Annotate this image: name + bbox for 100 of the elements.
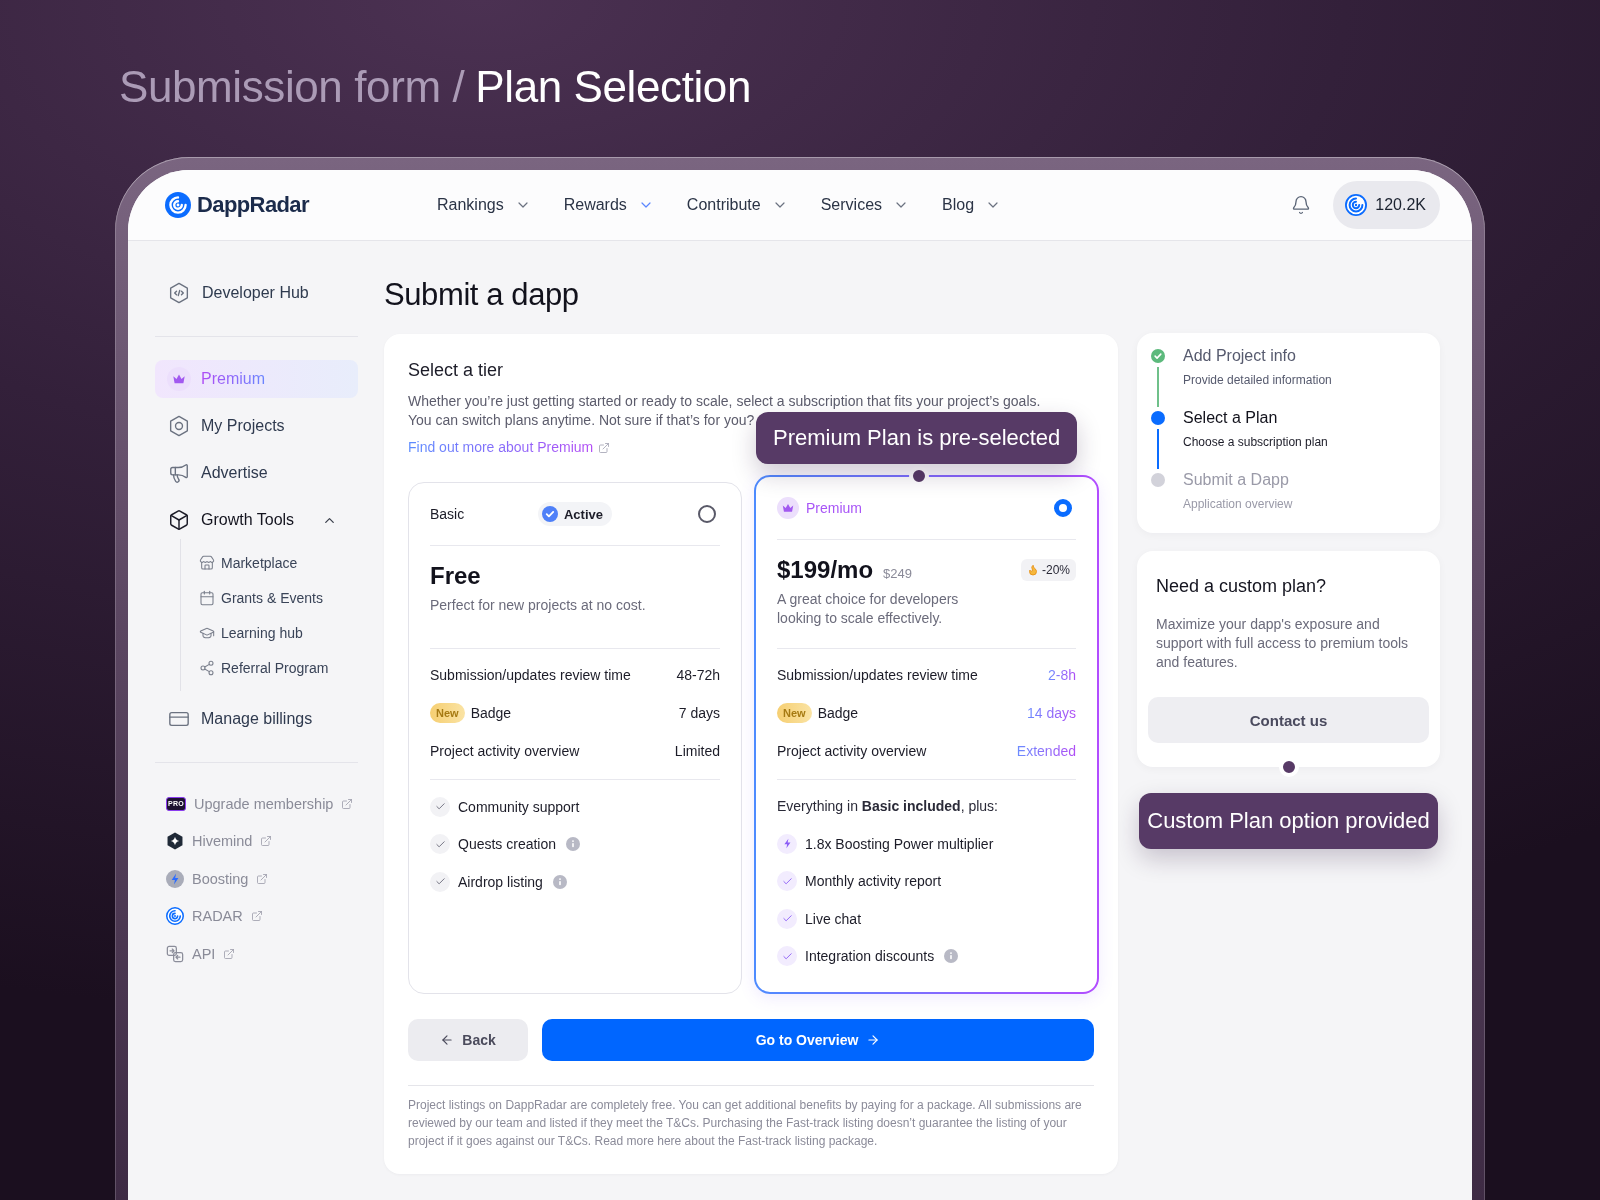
row-value: 14 days [1026, 705, 1076, 721]
nav-menu-item[interactable]: Rankings [437, 196, 531, 214]
row-label: Submission/updates review time [777, 667, 978, 683]
cube-icon [168, 509, 190, 531]
breadcrumb-title: Plan Selection [475, 62, 751, 111]
back-button[interactable]: Back [408, 1019, 528, 1061]
sidebar-subitem[interactable]: Grants & Events [181, 580, 323, 615]
external-link-icon [341, 797, 354, 810]
row-value: 48-72h [676, 667, 720, 683]
section-title: Select a tier [408, 359, 505, 382]
new-tag: New [430, 703, 465, 723]
contact-us-button[interactable]: Contact us [1148, 697, 1429, 743]
arrow-right-icon [866, 1033, 881, 1047]
external-link-icon [598, 441, 611, 454]
hexagon-icon [168, 415, 190, 437]
annotation-tooltip: Custom Plan option provided [1139, 793, 1438, 849]
step-subtitle: Application overview [1183, 496, 1294, 512]
nav-menu-item[interactable]: Rewards [563, 196, 654, 214]
sidebar-item[interactable]: Growth Tools [155, 501, 358, 539]
sparkle-hexagon-icon [166, 832, 184, 851]
nav-menu-item[interactable]: Services [820, 196, 910, 214]
radar-logo-icon [165, 192, 191, 218]
external-link-icon [223, 947, 236, 960]
check-circle-icon [542, 506, 558, 522]
feature-label: Community support [458, 798, 580, 815]
plan-name: Premium [806, 500, 862, 516]
plan-description: A great choice for developers looking to scale effectively. [777, 590, 960, 628]
footnote-text: Project listings on DappRadar are completely free. You can get additional benefits by paying for a package. All submissions are reviewed by our team and listed if they meet the T&Cs. Purchasing the Fast-track listing doesn’t guarantee the listing of your project if it goes against our T&Cs. Read more here about the Fast-track listing package. [408, 1097, 1083, 1150]
external-link-icon [250, 910, 263, 923]
sidebar-item[interactable]: Manage billings [155, 700, 358, 738]
page-title: Submit a dapp [384, 277, 580, 313]
step-title: Select a Plan [1183, 408, 1279, 428]
feature-label: Integration discounts [805, 948, 935, 965]
plan-card[interactable]: Basic Active Free Perfect for new projects at no cost. Submission/updates review time 48-72h New Badge 7 days Project activity overview Limited Community support Quests creation Airdrop listing [408, 482, 742, 994]
old-price: $249 [883, 566, 912, 581]
flame-icon [1027, 564, 1039, 576]
check-icon [777, 946, 797, 967]
crown-icon [777, 497, 799, 519]
nav-menu-item[interactable]: Blog [942, 196, 1002, 214]
check-icon [430, 796, 450, 817]
share-icon [199, 659, 215, 676]
status-text: Active [564, 506, 603, 522]
code-hexagon-icon [168, 282, 190, 304]
row-value: 2-8h [1047, 667, 1076, 683]
row-value: Extended [1016, 743, 1076, 759]
feature-label: Quests creation [458, 836, 557, 853]
plan-price: Free [430, 562, 481, 590]
sidebar-item[interactable]: My Projects [155, 407, 358, 445]
check-icon [777, 908, 797, 929]
includes-text: Everything in Basic included, plus: [777, 797, 999, 816]
feature-label: Live chat [805, 910, 862, 927]
radar-icon [1345, 194, 1368, 216]
step-subtitle: Choose a subscription plan [1183, 434, 1329, 450]
plan-price: $199/mo [777, 556, 874, 584]
megaphone-icon [168, 462, 190, 484]
calendar-icon [199, 589, 215, 606]
balance-button[interactable]: 120.2K [1333, 181, 1440, 229]
row-label: Badge [470, 705, 512, 721]
go-to-overview-button[interactable]: Go to Overview [542, 1019, 1094, 1061]
feature-label: 1.8x Boosting Power multiplier [805, 835, 994, 852]
row-label: Project activity overview [430, 743, 580, 759]
crown-icon [167, 367, 191, 391]
step-subtitle: Provide detailed information [1183, 372, 1333, 388]
store-icon [199, 554, 215, 571]
custom-plan-title: Need a custom plan? [1156, 575, 1328, 598]
row-label: Badge [817, 705, 859, 721]
swap-squares-icon [166, 944, 184, 963]
discount-text: -20% [1042, 563, 1070, 577]
external-link-icon [260, 835, 273, 848]
row-label: Project activity overview [777, 743, 927, 759]
bell-icon[interactable] [1291, 195, 1312, 215]
home-logo-link[interactable]: DappRadar [165, 192, 309, 218]
row-label: Submission/updates review time [430, 667, 631, 683]
row-value: 7 days [678, 705, 720, 721]
plan-radio[interactable] [1054, 499, 1072, 517]
step-title: Add Project info [1183, 346, 1297, 366]
check-icon [777, 871, 797, 892]
sidebar-subitem[interactable]: Marketplace [181, 545, 298, 580]
plan-radio[interactable] [698, 505, 716, 523]
lightning-icon [166, 869, 184, 888]
sidebar-subitem[interactable]: Learning hub [181, 615, 303, 650]
external-link-icon [256, 872, 269, 885]
custom-plan-description: Maximize your dapp's exposure and support with full access to premium tools and features. [1156, 615, 1410, 672]
plan-name: Basic [430, 506, 465, 522]
check-icon [430, 834, 450, 855]
developer-hub-link[interactable]: Developer Hub [155, 277, 358, 309]
breadcrumb-section: Submission form / [119, 62, 465, 111]
nav-menu-item[interactable]: Contribute [686, 196, 788, 214]
new-tag: New [777, 703, 812, 723]
annotation-tooltip: Premium Plan is pre-selected [756, 412, 1078, 464]
sidebar-subitem[interactable]: Referral Program [181, 650, 329, 685]
feature-label: Monthly activity report [805, 873, 942, 890]
sidebar-item[interactable]: Advertise [155, 454, 358, 492]
radar-icon [166, 907, 184, 926]
step-title: Submit a Dapp [1183, 470, 1290, 490]
arrow-left-icon [440, 1033, 455, 1047]
lightning-icon [777, 833, 797, 854]
row-value: Limited [674, 743, 720, 759]
feature-label: Airdrop listing [458, 873, 543, 890]
check-icon [430, 871, 450, 892]
